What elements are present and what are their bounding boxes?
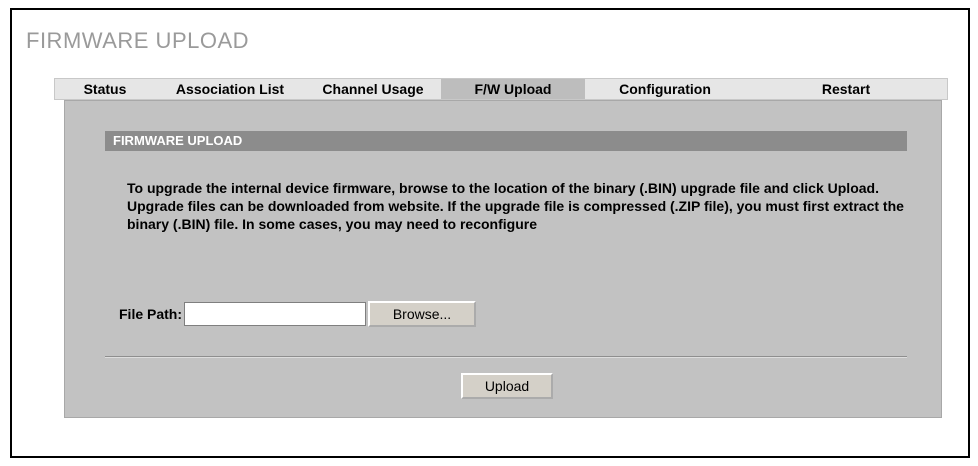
upload-button[interactable]: Upload [461,373,553,399]
file-path-input[interactable] [184,302,367,326]
tab-restart[interactable]: Restart [745,79,947,99]
file-path-label: File Path: [119,306,183,322]
page-title: FIRMWARE UPLOAD [26,28,250,53]
file-path-row: File Path: Browse... [119,301,477,327]
content-panel: FIRMWARE UPLOAD To upgrade the internal … [64,100,942,418]
tab-channel-usage[interactable]: Channel Usage [305,79,441,99]
tab-status[interactable]: Status [55,79,155,99]
upload-instructions: To upgrade the internal device firmware,… [127,180,904,232]
divider [105,356,907,358]
tab-bar: Status Association List Channel Usage F/… [54,78,948,100]
browse-button[interactable]: Browse... [368,301,477,327]
section-header: FIRMWARE UPLOAD [105,131,907,151]
tab-association-list[interactable]: Association List [155,79,305,99]
tab-fw-upload[interactable]: F/W Upload [441,79,585,99]
tab-configuration[interactable]: Configuration [585,79,745,99]
